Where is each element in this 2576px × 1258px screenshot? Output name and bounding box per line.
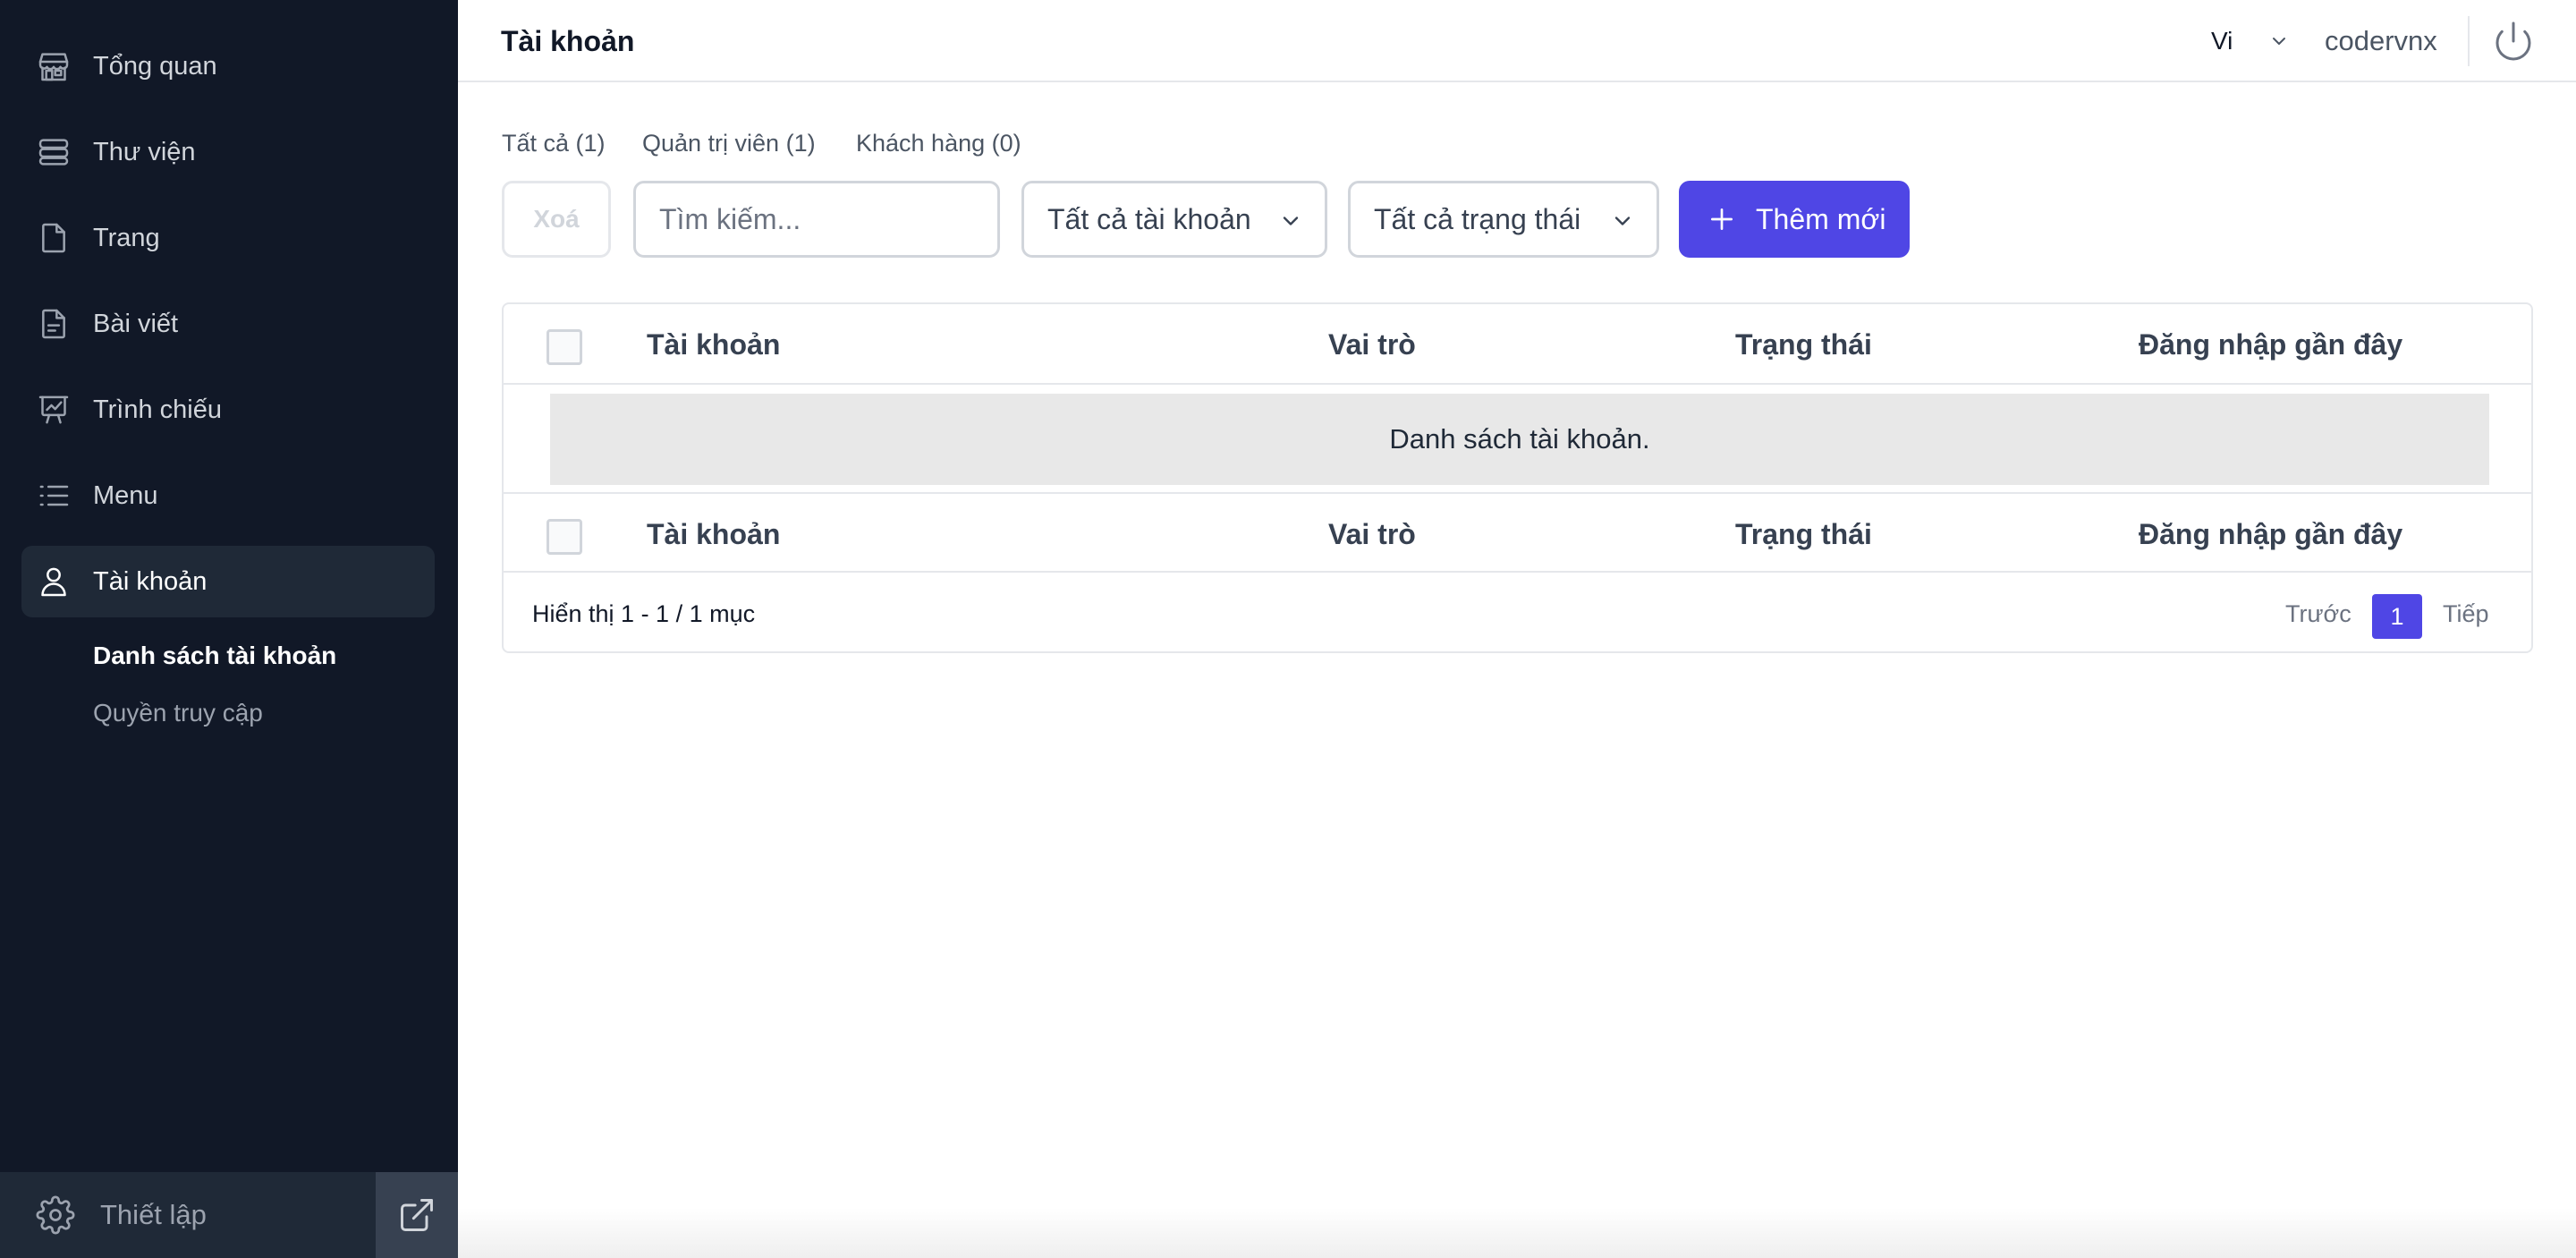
sidebar-subitem-access-rights[interactable]: Quyền truy cập — [93, 695, 263, 731]
sidebar-item-overview[interactable]: Tổng quan — [21, 30, 435, 102]
filter-tab-admins[interactable]: Quản trị viên (1) — [642, 125, 816, 161]
bottom-shadow — [458, 1208, 2576, 1258]
sidebar-item-label: Bài viết — [93, 310, 179, 338]
sidebar-subitem-account-list[interactable]: Danh sách tài khoản — [93, 638, 336, 674]
chevron-down-icon — [2273, 38, 2285, 45]
language-value: Vi — [2211, 27, 2233, 55]
pagination-prev[interactable]: Trước — [2285, 574, 2351, 653]
username-link[interactable]: codervnx — [2325, 0, 2437, 82]
column-header-account[interactable]: Tài khoản — [647, 494, 780, 574]
sidebar-item-library[interactable]: Thư viện — [21, 116, 435, 188]
table-footer-header: Tài khoản Vai trò Trạng thái Đăng nhập g… — [504, 492, 2531, 573]
presentation-chart-icon — [36, 392, 72, 428]
column-header-role[interactable]: Vai trò — [1328, 304, 1416, 385]
page-title: Tài khoản — [501, 25, 635, 57]
status-select[interactable]: Tất cả trạng thái — [1348, 181, 1659, 258]
table-header: Tài khoản Vai trò Trạng thái Đăng nhập g… — [504, 304, 2531, 385]
sidebar-item-label: Tài khoản — [93, 567, 208, 596]
chevron-down-icon — [1614, 217, 1631, 225]
post-icon — [36, 306, 72, 342]
list-icon — [36, 478, 72, 514]
sidebar-footer: Thiết lập — [0, 1172, 458, 1258]
top-header: Tài khoản Vi codervnx — [458, 0, 2576, 82]
account-type-value: Tất cả tài khoản — [1047, 203, 1251, 235]
sidebar: Tổng quan Thư viện Trang Bài viết Trình … — [0, 0, 458, 1258]
sidebar-item-label: Trình chiếu — [93, 395, 222, 424]
sidebar-item-label: Thư viện — [93, 138, 196, 166]
pagination-bar: Hiển thị 1 - 1 / 1 mục Trước 1 Tiếp — [504, 574, 2531, 653]
sidebar-item-slideshow[interactable]: Trình chiếu — [21, 374, 435, 446]
pagination-next[interactable]: Tiếp — [2443, 574, 2489, 653]
column-header-status[interactable]: Trạng thái — [1735, 494, 1872, 574]
column-header-status[interactable]: Trạng thái — [1735, 304, 1872, 385]
sidebar-item-posts[interactable]: Bài viết — [21, 288, 435, 360]
status-value: Tất cả trạng thái — [1374, 203, 1581, 235]
store-icon — [36, 48, 72, 84]
pagination-page-current[interactable]: 1 — [2372, 594, 2422, 639]
sidebar-item-pages[interactable]: Trang — [21, 202, 435, 274]
sidebar-item-label: Tổng quan — [93, 52, 217, 81]
power-icon — [2496, 21, 2531, 61]
accounts-table: Tài khoản Vai trò Trạng thái Đăng nhập g… — [502, 302, 2533, 653]
select-all-checkbox[interactable] — [547, 519, 582, 555]
page-icon — [36, 220, 72, 256]
delete-button[interactable]: Xoá — [502, 181, 611, 258]
results-count: Hiển thị 1 - 1 / 1 mục — [532, 600, 756, 627]
column-header-last-login[interactable]: Đăng nhập gần đây — [2139, 494, 2402, 574]
library-icon — [36, 134, 72, 170]
select-all-checkbox[interactable] — [547, 329, 582, 365]
sidebar-item-label: Menu — [93, 481, 158, 510]
header-divider — [2468, 16, 2470, 66]
table-empty-message: Danh sách tài khoản. — [550, 394, 2489, 485]
sidebar-item-label: Trang — [93, 224, 160, 252]
column-header-last-login[interactable]: Đăng nhập gần đây — [2139, 304, 2402, 385]
add-new-button[interactable]: Thêm mới — [1679, 181, 1910, 258]
chevron-down-icon — [1283, 217, 1299, 225]
column-header-role[interactable]: Vai trò — [1328, 494, 1416, 574]
filter-tab-all[interactable]: Tất cả (1) — [502, 125, 606, 161]
search-input[interactable] — [633, 181, 1000, 258]
filter-tab-customers[interactable]: Khách hàng (0) — [856, 125, 1021, 161]
logout-button[interactable] — [2492, 20, 2535, 63]
sidebar-item-accounts[interactable]: Tài khoản — [21, 546, 435, 617]
user-icon — [36, 564, 72, 599]
settings-button[interactable]: Thiết lập — [0, 1172, 376, 1258]
account-type-select[interactable]: Tất cả tài khoản — [1021, 181, 1327, 258]
gear-icon — [36, 1195, 75, 1235]
settings-label: Thiết lập — [100, 1199, 207, 1230]
external-link-icon — [401, 1199, 433, 1231]
external-link-button[interactable] — [376, 1172, 458, 1258]
add-new-label: Thêm mới — [1756, 203, 1886, 235]
language-select[interactable]: Vi — [2202, 20, 2292, 63]
sidebar-item-menu[interactable]: Menu — [21, 460, 435, 531]
plus-icon — [1711, 208, 1733, 230]
column-header-account[interactable]: Tài khoản — [647, 304, 780, 385]
